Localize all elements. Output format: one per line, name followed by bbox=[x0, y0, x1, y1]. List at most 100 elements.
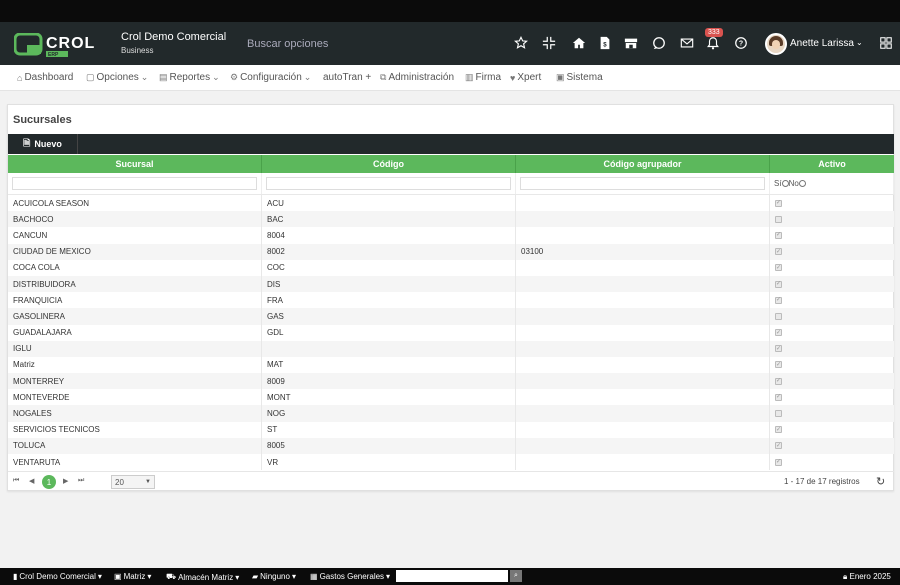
menu-administracion[interactable]: ⧉ Administración bbox=[380, 72, 454, 83]
cell-activo: ✓ bbox=[770, 389, 894, 405]
mail-icon[interactable] bbox=[679, 35, 695, 51]
activo-checkbox: ✓ bbox=[775, 296, 782, 304]
table-row[interactable]: COCA COLA COC ✓ bbox=[8, 259, 894, 276]
table-row[interactable]: GUADALAJARA GDL ✓ bbox=[8, 324, 894, 341]
menu-opciones[interactable]: ▢ Opciones ⌄ bbox=[86, 72, 148, 83]
current-page[interactable]: 1 bbox=[42, 475, 56, 489]
home-icon[interactable] bbox=[571, 35, 587, 51]
table-row[interactable]: VENTARUTA VR ✓ bbox=[8, 454, 894, 471]
filter-codigo-input[interactable] bbox=[266, 177, 511, 190]
svg-text:ERP: ERP bbox=[48, 52, 59, 57]
menu-dashboard[interactable]: ⌂ Dashboard bbox=[17, 72, 73, 83]
filter-agrupador-input[interactable] bbox=[520, 177, 765, 190]
star-icon[interactable] bbox=[513, 35, 529, 51]
menu-configuracion[interactable]: ⚙ Configuración ⌄ bbox=[230, 72, 311, 83]
apps-grid-icon[interactable] bbox=[878, 35, 894, 51]
table-row[interactable]: TOLUCA 8005 ✓ bbox=[8, 437, 894, 454]
cell-activo bbox=[770, 405, 894, 421]
search-icon[interactable]: ⌕ bbox=[510, 570, 522, 582]
footer-other[interactable]: ▰ Ninguno ▾ bbox=[252, 572, 296, 581]
filter-activo-si-radio[interactable] bbox=[781, 180, 789, 187]
cell-codigo bbox=[262, 340, 516, 357]
cell-agrupador bbox=[516, 292, 770, 309]
collapse-icon[interactable] bbox=[541, 35, 557, 51]
table-row[interactable]: NOGALES NOG bbox=[8, 405, 894, 422]
table-row[interactable]: CIUDAD DE MEXICO 8002 03100 ✓ bbox=[8, 243, 894, 260]
chevron-down-icon: ⌄ bbox=[303, 72, 312, 82]
menu-sistema[interactable]: ▣ Sistema bbox=[556, 72, 603, 83]
footer-period[interactable]: 🔒︎ Enero 2025 bbox=[843, 572, 891, 582]
table-row[interactable]: FRANQUICIA FRA ✓ bbox=[8, 292, 894, 309]
crol-logo[interactable]: CROL ERP bbox=[13, 32, 109, 58]
table-row[interactable]: MONTEVERDE MONT ✓ bbox=[8, 389, 894, 406]
table-row[interactable]: MONTERREY 8009 ✓ bbox=[8, 373, 894, 390]
cell-activo: ✓ bbox=[770, 454, 894, 470]
cell-activo bbox=[770, 308, 894, 324]
column-header-sucursal[interactable]: Sucursal bbox=[8, 155, 262, 173]
activo-checkbox: ✓ bbox=[775, 248, 782, 256]
footer-branch[interactable]: ▣ Matriz ▾ bbox=[114, 572, 151, 581]
cell-agrupador bbox=[516, 324, 770, 341]
menu-xpert[interactable]: ♥ Xpert bbox=[510, 72, 541, 83]
help-icon[interactable]: ? bbox=[733, 35, 749, 51]
table-row[interactable]: IGLU ✓ bbox=[8, 340, 894, 357]
lock-icon: 🔒︎ bbox=[843, 572, 848, 581]
menu-firma[interactable]: ▥ Firma bbox=[465, 72, 501, 83]
table-row[interactable]: ACUICOLA SEASON ACU ✓ bbox=[8, 195, 894, 212]
cell-codigo: ST bbox=[262, 421, 516, 438]
cell-agrupador bbox=[516, 454, 770, 471]
last-page-icon[interactable]: ⏭ bbox=[78, 477, 84, 485]
table-row[interactable]: CANCUN 8004 ✓ bbox=[8, 227, 894, 244]
menu-reportes[interactable]: ▤ Reportes ⌄ bbox=[159, 72, 220, 83]
cell-codigo: ACU bbox=[262, 195, 516, 212]
filter-sucursal-input[interactable] bbox=[12, 177, 257, 190]
company-edition: Business bbox=[121, 46, 154, 55]
cell-agrupador bbox=[516, 373, 770, 390]
new-button[interactable]: 🗎 Nuevo bbox=[8, 134, 78, 154]
footer-company[interactable]: ▮ Crol Demo Comercial ▾ bbox=[13, 572, 102, 581]
cell-codigo: BAC bbox=[262, 211, 516, 228]
chat-icon[interactable] bbox=[651, 35, 667, 51]
prev-page-icon[interactable]: ◀ bbox=[29, 477, 34, 485]
cell-activo: ✓ bbox=[770, 276, 894, 292]
refresh-icon[interactable]: ↻ bbox=[876, 475, 885, 488]
filter-activo-no-radio[interactable] bbox=[798, 180, 806, 187]
cell-sucursal: CIUDAD DE MEXICO bbox=[8, 243, 262, 260]
sucursales-panel: Sucursales 🗎 Nuevo Sucursal Código Códig… bbox=[7, 104, 894, 491]
app-header: CROL ERP Crol Demo Comercial Business $ … bbox=[0, 22, 900, 65]
cell-agrupador bbox=[516, 389, 770, 406]
records-count: 1 - 17 de 17 registros bbox=[784, 477, 860, 486]
user-name[interactable]: Anette Larissa bbox=[790, 38, 854, 49]
caret-down-icon: ▾ bbox=[97, 572, 102, 581]
cell-codigo: 8009 bbox=[262, 373, 516, 390]
bell-icon[interactable] bbox=[705, 35, 721, 51]
footer-warehouse[interactable]: ⛟ Almacén Matriz ▾ bbox=[166, 572, 239, 582]
chevron-down-icon[interactable]: ⌄ bbox=[856, 38, 863, 47]
gear-icon: ⚙ bbox=[230, 72, 239, 82]
table-row[interactable]: SERVICIOS TECNICOS ST ✓ bbox=[8, 421, 894, 438]
menu-autotran[interactable]: autoTran + bbox=[323, 72, 371, 83]
avatar[interactable] bbox=[765, 33, 787, 55]
table-row[interactable]: GASOLINERA GAS bbox=[8, 308, 894, 325]
cell-sucursal: MONTEVERDE bbox=[8, 389, 262, 406]
cell-agrupador bbox=[516, 308, 770, 325]
grid-toolbar: 🗎 Nuevo bbox=[8, 134, 894, 154]
page-size-select[interactable]: 20 ▼ bbox=[111, 475, 155, 489]
footer-expenses[interactable]: ▦ Gastos Generales ▾ bbox=[310, 572, 390, 581]
column-header-activo[interactable]: Activo bbox=[770, 155, 894, 173]
cell-sucursal: COCA COLA bbox=[8, 259, 262, 276]
column-header-codigo-agrupador[interactable]: Código agrupador bbox=[516, 155, 770, 173]
next-page-icon[interactable]: ▶ bbox=[63, 477, 68, 485]
search-input[interactable] bbox=[247, 35, 492, 53]
first-page-icon[interactable]: ⏮ bbox=[13, 477, 19, 485]
table-row[interactable]: Matriz MAT ✓ bbox=[8, 356, 894, 374]
filter-activo-no-label: No bbox=[788, 179, 799, 188]
invoice-icon[interactable]: $ bbox=[597, 35, 613, 51]
footer-search-input[interactable] bbox=[396, 570, 508, 582]
column-header-codigo[interactable]: Código bbox=[262, 155, 516, 173]
table-row[interactable]: BACHOCO BAC bbox=[8, 211, 894, 228]
table-row[interactable]: DISTRIBUIDORA DIS ✓ bbox=[8, 275, 894, 293]
store-icon[interactable] bbox=[623, 35, 639, 51]
activo-checkbox bbox=[775, 215, 782, 223]
activo-checkbox: ✓ bbox=[775, 442, 782, 450]
